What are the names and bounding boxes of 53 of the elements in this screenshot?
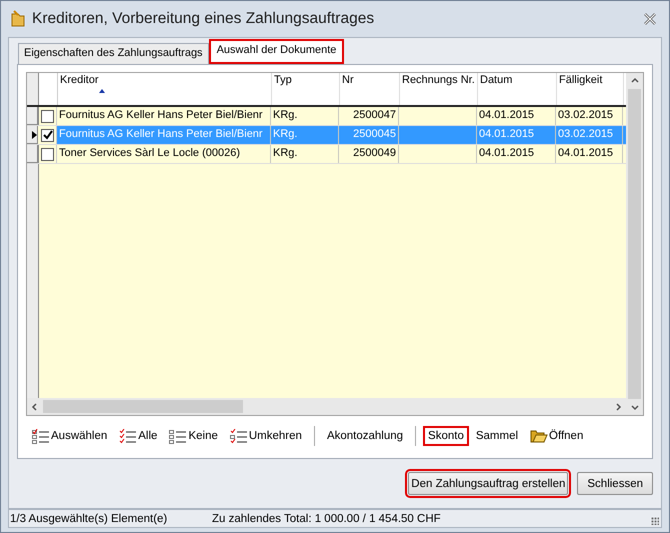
- table-cell: KRg.: [271, 145, 339, 163]
- toolbar-button[interactable]: Keine: [165, 426, 222, 446]
- tab[interactable]: Auswahl der Dokumente: [208, 39, 344, 64]
- toolbar-button[interactable]: Alle: [115, 426, 162, 446]
- status-text: Zu zahlendes Total: 1 000.00 / 1 454.50 CHF: [212, 512, 441, 524]
- sort-arrow-icon: [99, 89, 105, 93]
- checkbox[interactable]: [40, 128, 54, 142]
- dialog-button[interactable]: Schliessen: [577, 472, 653, 495]
- tab[interactable]: Eigenschaften des Zahlungsauftrags: [18, 43, 209, 64]
- table-cell: 04.01.2015: [477, 145, 556, 163]
- toolbar-button[interactable]: Akontozahlung: [322, 427, 408, 445]
- checklist-icon: [119, 428, 138, 444]
- horizontal-scrollbar[interactable]: [27, 398, 626, 415]
- table-row[interactable]: Toner Services Sàrl Le Locle (00026) KRg. 2500049 04.01.2015 04.01.2015: [27, 145, 626, 164]
- table-cell: 2500047: [339, 107, 399, 125]
- toolbar-button[interactable]: Auswählen: [28, 426, 112, 446]
- toolbar-button[interactable]: Skonto: [424, 427, 468, 445]
- toolbar-button[interactable]: Öffnen: [526, 426, 588, 446]
- close-icon[interactable]: [643, 13, 657, 25]
- table-cell: Fournitus AG Keller Hans Peter Biel/Bienr: [57, 126, 271, 144]
- checklist-icon: [230, 428, 248, 444]
- checkbox[interactable]: [40, 148, 54, 160]
- resize-grip-icon[interactable]: [651, 517, 659, 525]
- table-cell: 04.01.2015: [556, 145, 623, 163]
- row-header: [27, 73, 39, 105]
- table-cell: Fournitus AG Keller Hans Peter Biel/Bienr: [57, 107, 271, 125]
- folder-icon: [10, 10, 26, 28]
- window-title: Kreditoren, Vorbereitung eines Zahlungsauftrages: [32, 10, 376, 28]
- column-header[interactable]: Nr: [340, 73, 400, 105]
- status-text: 1/3 Ausgewählte(s) Element(e): [9, 512, 168, 524]
- table-cell: 2500049: [339, 145, 399, 163]
- table-cell: 03.02.2015: [556, 126, 623, 144]
- table-cell: KRg.: [271, 107, 339, 125]
- column-header[interactable]: Kreditor: [58, 73, 272, 105]
- table-cell: 03.02.2015: [556, 107, 623, 125]
- toolbar-button[interactable]: Umkehren: [226, 426, 306, 446]
- column-header[interactable]: Typ: [272, 73, 340, 105]
- column-header[interactable]: Datum: [478, 73, 557, 105]
- checklist-icon: [32, 428, 50, 444]
- row-header[interactable]: [27, 126, 38, 144]
- toolbar-button[interactable]: Sammel: [472, 427, 522, 445]
- checklist-icon: [169, 428, 188, 444]
- table-cell: 2500045: [339, 126, 399, 144]
- checkbox[interactable]: [40, 110, 54, 122]
- folder-icon: [530, 429, 548, 443]
- table-cell: KRg.: [271, 126, 339, 144]
- column-header[interactable]: Fälligkeit: [557, 73, 624, 105]
- vertical-scrollbar[interactable]: [626, 73, 643, 415]
- column-header[interactable]: Rechnungs Nr.: [400, 73, 478, 105]
- table-cell: 04.01.2015: [477, 126, 556, 144]
- table-cell: Toner Services Sàrl Le Locle (00026): [57, 145, 271, 163]
- dialog-button[interactable]: Den Zahlungsauftrag erstellen: [408, 472, 568, 495]
- table-cell: 04.01.2015: [477, 107, 556, 125]
